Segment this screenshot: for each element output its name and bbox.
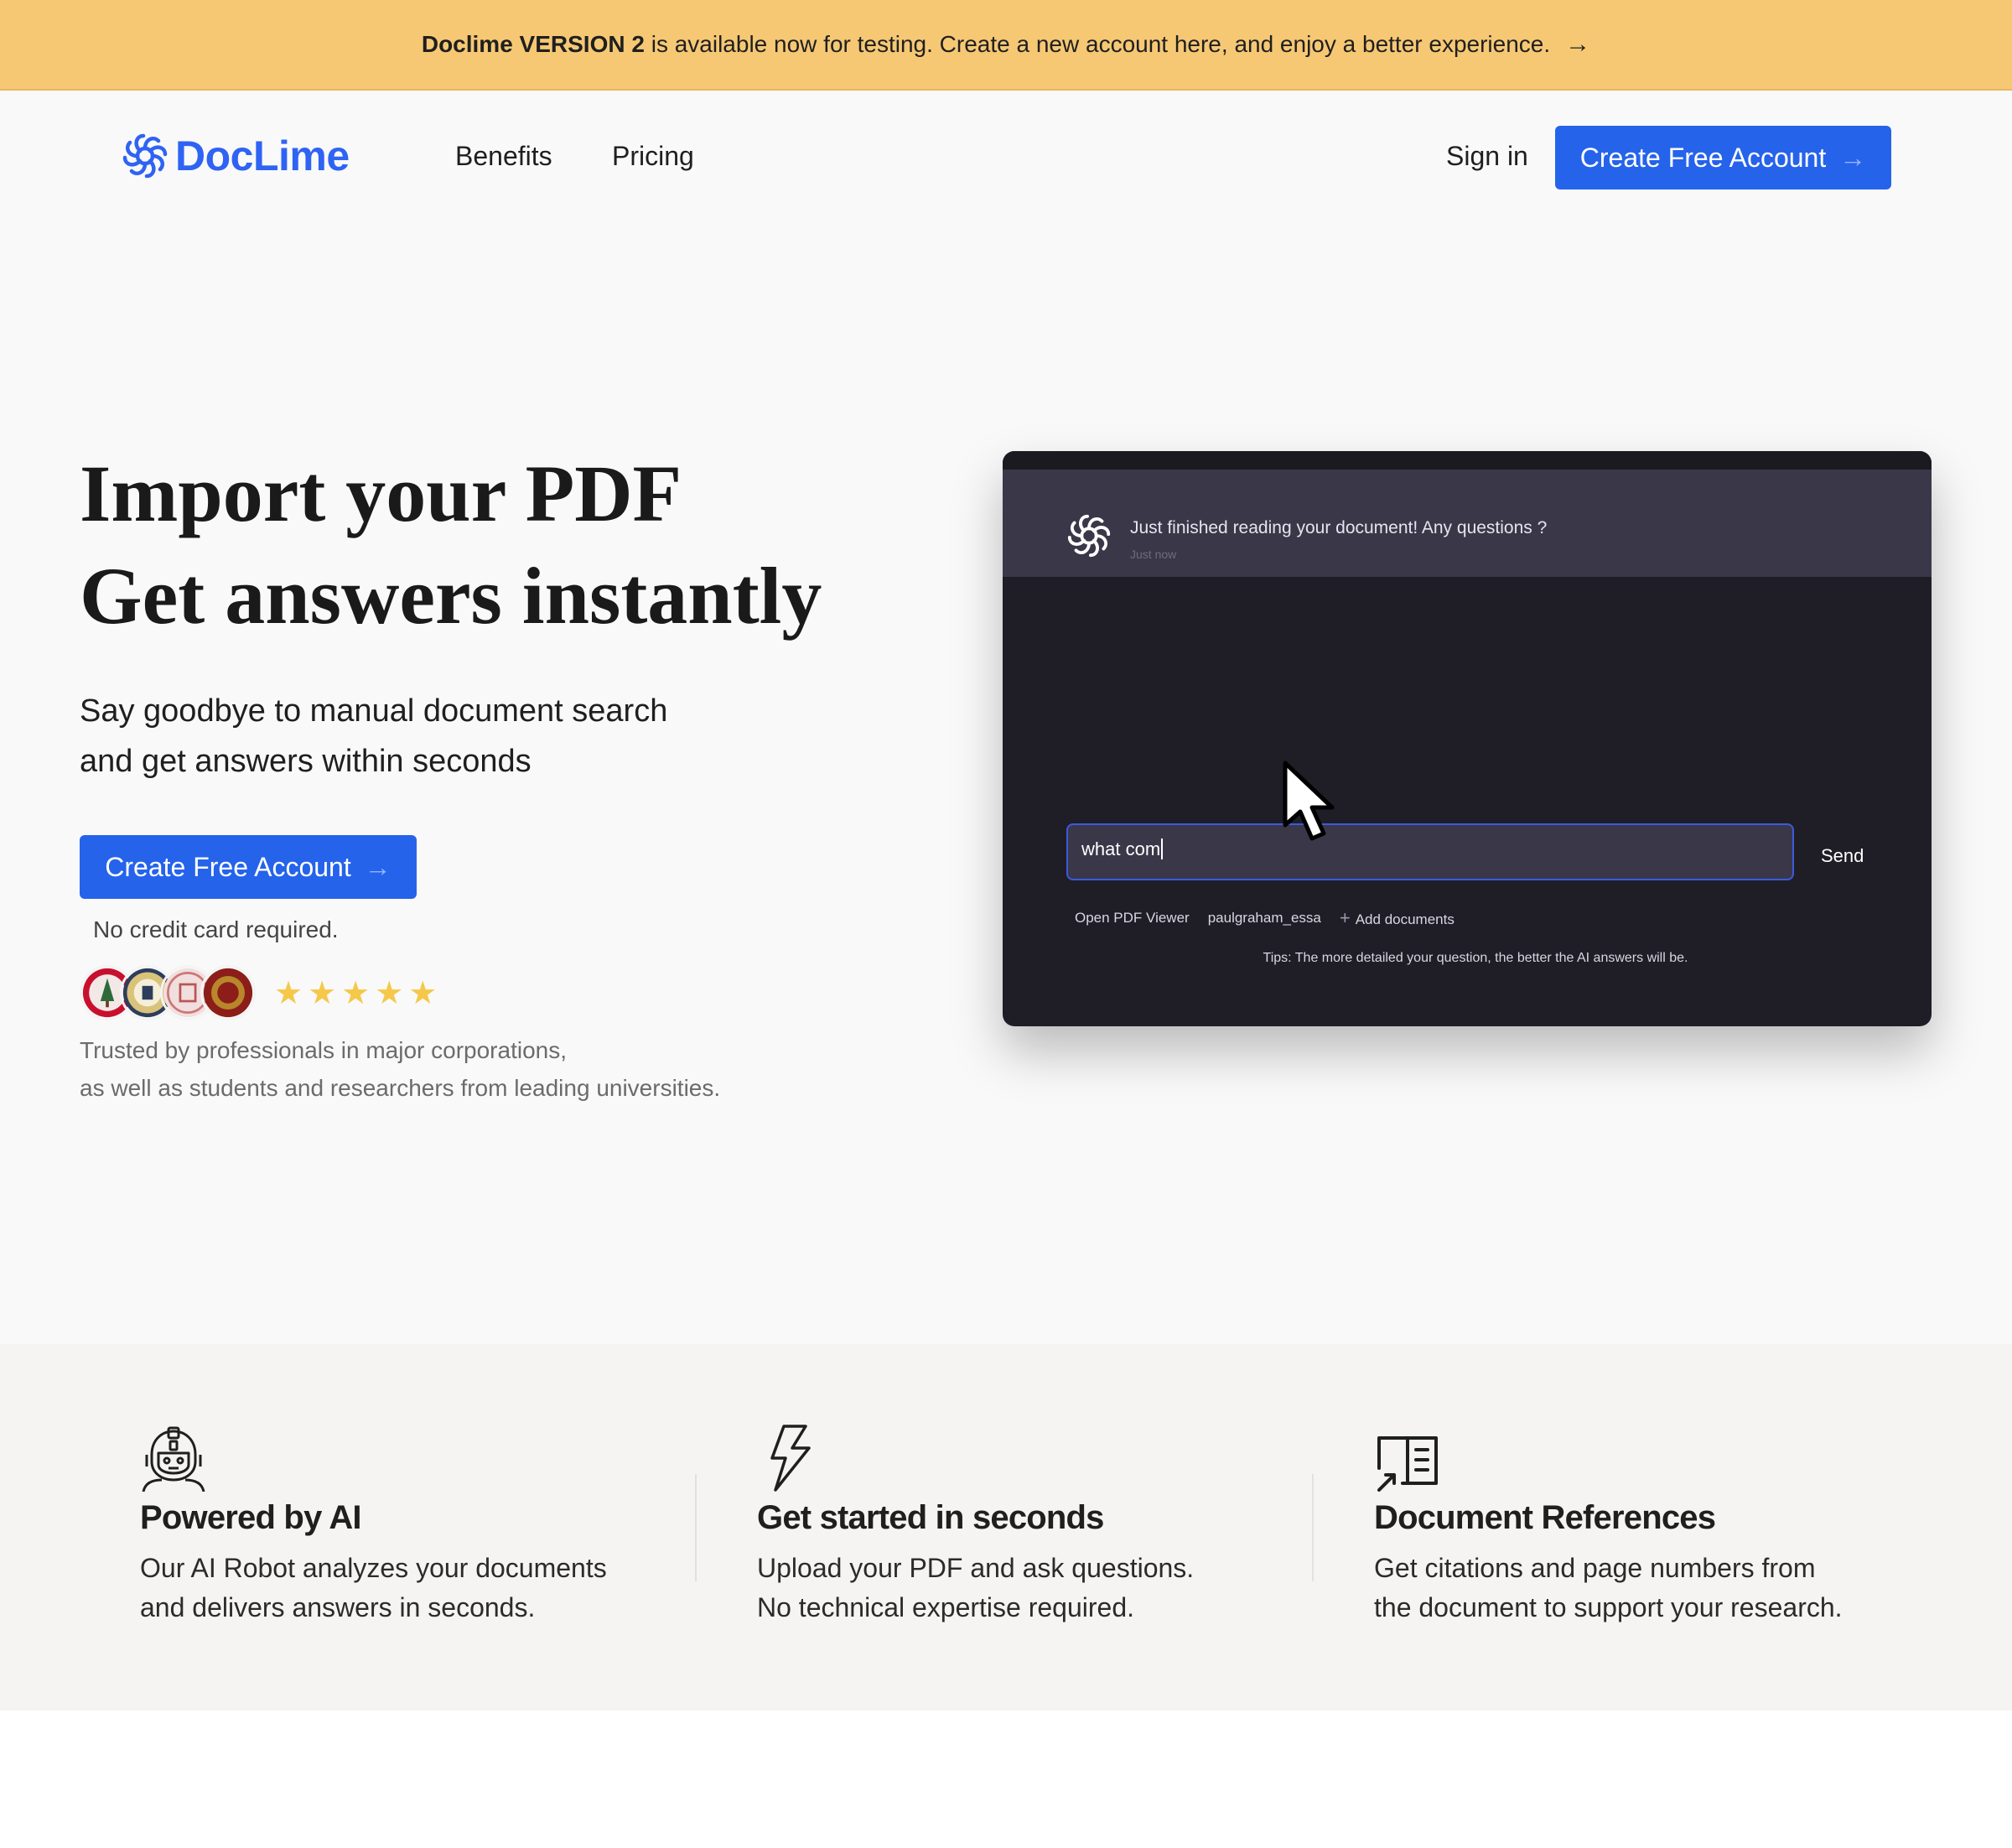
feature-document-references: Document References Get citations and pa… bbox=[1374, 1425, 1843, 1627]
feature-title: Document References bbox=[1374, 1499, 1716, 1536]
preview-chat-header: Just finished reading your document! Any… bbox=[1003, 470, 1932, 577]
arrow-right-icon: → bbox=[364, 851, 392, 882]
message-timestamp: Just now bbox=[1130, 548, 1177, 561]
robot-icon bbox=[142, 1426, 205, 1492]
banner-text: is available now for testing. Create a n… bbox=[644, 31, 1551, 57]
feature-line: the document to support your research. bbox=[1374, 1592, 1843, 1622]
hero-title: Import your PDF Get answers instantly bbox=[80, 443, 822, 647]
arrow-right-icon: → bbox=[1839, 142, 1867, 173]
hero-subtitle: Say goodbye to manual document search an… bbox=[80, 686, 834, 786]
question-input[interactable]: what com bbox=[1066, 823, 1794, 880]
question-input-value: what com bbox=[1081, 838, 1161, 859]
add-documents-label: Add documents bbox=[1355, 911, 1455, 927]
feature-title: Powered by AI bbox=[140, 1499, 362, 1536]
feature-title: Get started in seconds bbox=[757, 1499, 1104, 1536]
feature-divider bbox=[695, 1474, 697, 1581]
text-caret bbox=[1161, 838, 1164, 859]
add-documents-chip[interactable]: + Add documents bbox=[1340, 907, 1455, 929]
assistant-message: Just finished reading your document! Any… bbox=[1130, 518, 1548, 537]
feature-powered-by-ai: Powered by AI Our AI Robot analyzes your… bbox=[140, 1425, 607, 1627]
hero-title-line1: Import your PDF bbox=[80, 449, 682, 538]
landing-page: DocLime Benefits Pricing Sign in Create … bbox=[0, 91, 2012, 1344]
hero-title-line2: Get answers instantly bbox=[80, 551, 822, 641]
feature-line: No technical expertise required. bbox=[757, 1592, 1135, 1622]
create-account-label: Create Free Account bbox=[1579, 142, 1827, 173]
send-button[interactable]: Send bbox=[1821, 845, 1864, 867]
logo[interactable]: DocLime bbox=[120, 131, 350, 181]
feature-description: Our AI Robot analyzes your documents and… bbox=[140, 1549, 607, 1627]
logo-icon bbox=[122, 133, 168, 179]
create-account-button-nav[interactable]: Create Free Account → bbox=[1555, 126, 1891, 189]
preview-chips: Open PDF Viewer paulgraham_essa + Add doc… bbox=[1075, 907, 1455, 929]
feature-divider bbox=[1312, 1474, 1314, 1581]
product-preview: Just finished reading your document! Any… bbox=[1003, 451, 1932, 1026]
open-pdf-viewer-chip[interactable]: Open PDF Viewer bbox=[1075, 910, 1190, 927]
create-account-button-hero[interactable]: Create Free Account → bbox=[80, 835, 417, 899]
assistant-avatar-icon bbox=[1067, 514, 1111, 558]
feature-line: Upload your PDF and ask questions. bbox=[757, 1553, 1195, 1583]
nav-pricing-link[interactable]: Pricing bbox=[612, 141, 694, 172]
preview-topbar bbox=[1003, 451, 1932, 470]
trusted-text: Trusted by professionals in major corpor… bbox=[80, 1031, 720, 1107]
feature-get-started: Get started in seconds Upload your PDF a… bbox=[757, 1425, 1194, 1627]
hero-subtitle-line2: and get answers within seconds bbox=[80, 744, 532, 779]
document-reference-icon bbox=[1377, 1436, 1438, 1492]
feature-line: Get citations and page numbers from bbox=[1374, 1553, 1816, 1583]
document-chip[interactable]: paulgraham_essa bbox=[1208, 910, 1321, 927]
features-section: Powered by AI Our AI Robot analyzes your… bbox=[0, 1344, 2012, 1710]
rating-stars: ★★★★★ bbox=[274, 976, 443, 1011]
feature-line: Our AI Robot analyzes your documents bbox=[140, 1553, 607, 1583]
arrow-right-icon: → bbox=[1565, 30, 1591, 58]
feature-description: Get citations and page numbers from the … bbox=[1374, 1549, 1843, 1627]
trusted-line1: Trusted by professionals in major corpor… bbox=[80, 1037, 567, 1063]
hero-subtitle-line1: Say goodbye to manual document search bbox=[80, 693, 668, 729]
feature-description: Upload your PDF and ask questions. No te… bbox=[757, 1549, 1194, 1627]
logo-text: DocLime bbox=[175, 132, 350, 179]
sign-in-link[interactable]: Sign in bbox=[1446, 141, 1528, 172]
announcement-banner[interactable]: Doclime VERSION 2 is available now for t… bbox=[0, 0, 2012, 91]
plus-icon: + bbox=[1339, 907, 1351, 928]
no-credit-card-note: No credit card required. bbox=[93, 916, 339, 942]
trusted-line2: as well as students and researchers from… bbox=[80, 1075, 721, 1101]
tips-text: Tips: The more detailed your question, t… bbox=[1263, 951, 1688, 965]
mouse-cursor-icon bbox=[1283, 760, 1335, 841]
nav-benefits-link[interactable]: Benefits bbox=[455, 141, 552, 172]
create-account-label: Create Free Account bbox=[105, 851, 351, 882]
university-badges bbox=[80, 965, 264, 1020]
lightning-icon bbox=[770, 1425, 811, 1492]
banner-bold-text: Doclime VERSION 2 bbox=[421, 31, 645, 57]
university-seal-maroon-icon bbox=[200, 965, 256, 1020]
feature-line: and delivers answers in seconds. bbox=[140, 1592, 536, 1622]
